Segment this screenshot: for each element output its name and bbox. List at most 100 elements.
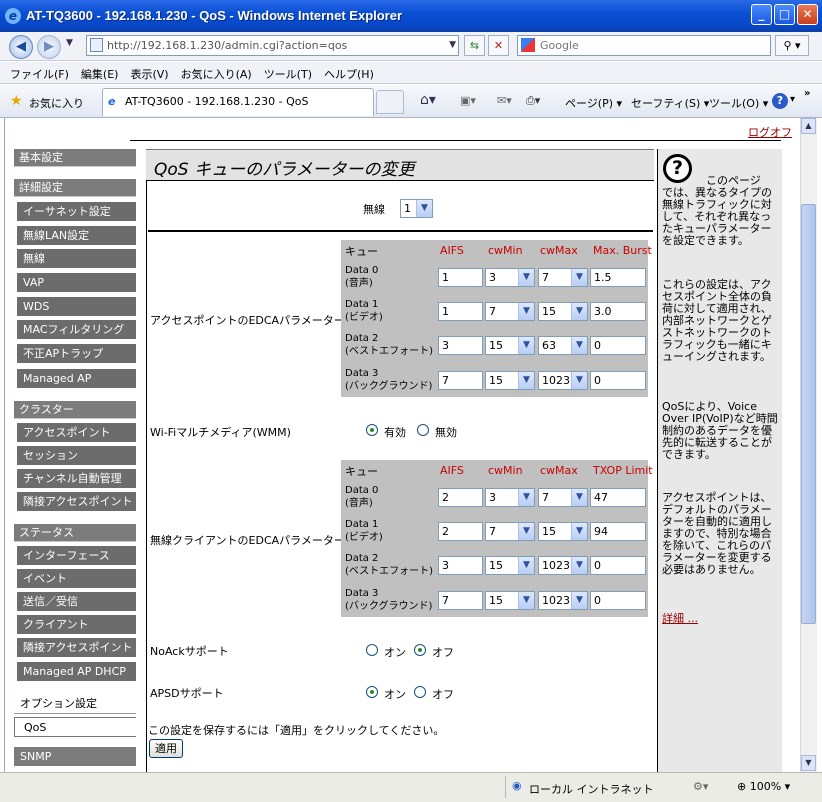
address-dropdown-icon[interactable]: ▼ <box>449 36 456 55</box>
client-cwmax-1[interactable]: 15 ▼ <box>538 522 588 541</box>
nav-section-options[interactable]: オプション設定 <box>14 694 136 714</box>
nav-item-ethernet[interactable]: イーサネット設定 <box>17 202 136 221</box>
favorites-button[interactable]: お気に入り <box>29 95 84 111</box>
nav-section-advanced[interactable]: 詳細設定 <box>14 179 136 197</box>
maximize-button[interactable]: □ <box>774 4 795 25</box>
search-input[interactable]: Google <box>517 35 771 56</box>
nav-item-sessions[interactable]: セッション <box>17 446 136 465</box>
nav-item-vap[interactable]: VAP <box>17 273 136 292</box>
ap-burst-2[interactable]: 0 <box>590 336 646 355</box>
client-aifs-3[interactable]: 7 <box>438 591 483 610</box>
ap-aifs-1[interactable]: 1 <box>438 302 483 321</box>
nav-item-rogue-ap[interactable]: 不正APトラップ <box>17 344 136 363</box>
help-icon[interactable]: ? <box>772 93 788 109</box>
mail-icon[interactable]: ✉▾ <box>497 94 512 107</box>
search-icon[interactable]: ⚲ ▾ <box>775 35 809 56</box>
address-input[interactable]: http://192.168.1.230/admin.cgi?action=qo… <box>86 35 459 56</box>
nav-item-radio[interactable]: 無線 <box>17 249 136 268</box>
help-dropdown-icon[interactable]: ▾ <box>790 94 795 105</box>
favorites-star-icon[interactable]: ★ <box>10 93 23 109</box>
print-icon[interactable]: ⎙▾ <box>526 94 540 108</box>
nav-section-status[interactable]: ステータス <box>14 524 136 542</box>
nav-item-qos-selected[interactable]: QoS <box>14 717 136 737</box>
client-txop-0[interactable]: 47 <box>590 488 646 507</box>
ap-cwmin-2[interactable]: 15 ▼ <box>485 336 535 355</box>
ap-aifs-3[interactable]: 7 <box>438 371 483 390</box>
noack-on-radio[interactable] <box>366 644 378 656</box>
menu-favorites[interactable]: お気に入り(A) <box>175 62 258 82</box>
ap-cwmax-2[interactable]: 63 ▼ <box>538 336 588 355</box>
ap-cwmax-0[interactable]: 7 ▼ <box>538 268 588 287</box>
nav-item-events[interactable]: イベント <box>17 569 136 588</box>
nav-item-channel-mgmt[interactable]: チャンネル自動管理 <box>17 469 136 488</box>
ap-aifs-2[interactable]: 3 <box>438 336 483 355</box>
client-cwmin-0[interactable]: 3 ▼ <box>485 488 535 507</box>
client-txop-2[interactable]: 0 <box>590 556 646 575</box>
new-tab-button[interactable] <box>376 90 404 114</box>
home-icon[interactable]: ⌂▾ <box>420 92 436 108</box>
ap-burst-0[interactable]: 1.5 <box>590 268 646 287</box>
menu-tools[interactable]: ツール(T) <box>258 62 318 82</box>
minimize-button[interactable]: _ <box>751 4 772 25</box>
nav-item-tx-rx[interactable]: 送信／受信 <box>17 592 136 611</box>
scroll-down-button[interactable]: ▼ <box>801 755 816 771</box>
protected-mode-icon[interactable]: ⚙▾ <box>693 780 708 793</box>
client-cwmin-3[interactable]: 15 ▼ <box>485 591 535 610</box>
client-aifs-2[interactable]: 3 <box>438 556 483 575</box>
menu-edit[interactable]: 編集(E) <box>75 62 125 82</box>
nav-item-clients[interactable]: クライアント <box>17 615 136 634</box>
feeds-icon[interactable]: ▣▾ <box>460 94 476 107</box>
nav-item-wds[interactable]: WDS <box>17 297 136 316</box>
page-menu[interactable]: ページ(P) ▾ <box>565 95 622 111</box>
tools-menu[interactable]: ツール(O) ▾ <box>709 95 768 111</box>
menu-help[interactable]: ヘルプ(H) <box>318 62 380 82</box>
close-button[interactable]: ✕ <box>797 4 818 25</box>
ap-cwmax-1[interactable]: 15 ▼ <box>538 302 588 321</box>
logout-link[interactable]: ログオフ <box>748 124 792 140</box>
wmm-enabled-radio[interactable] <box>366 424 378 436</box>
nav-item-status-neighbor-ap[interactable]: 隣接アクセスポイント <box>17 638 136 657</box>
menu-file[interactable]: ファイル(F) <box>0 62 75 82</box>
client-aifs-0[interactable]: 2 <box>438 488 483 507</box>
ap-cwmin-1[interactable]: 7 ▼ <box>485 302 535 321</box>
nav-section-cluster[interactable]: クラスター <box>14 401 136 419</box>
client-aifs-1[interactable]: 2 <box>438 522 483 541</box>
ap-aifs-0[interactable]: 1 <box>438 268 483 287</box>
nav-item-interfaces[interactable]: インターフェース <box>17 546 136 565</box>
nav-item-wireless-lan[interactable]: 無線LAN設定 <box>17 226 136 245</box>
radio-select[interactable]: 1 ▼ <box>400 199 433 218</box>
client-txop-1[interactable]: 94 <box>590 522 646 541</box>
scrollbar-thumb[interactable] <box>801 204 816 624</box>
toolbar-overflow-icon[interactable]: » <box>804 88 810 99</box>
forward-button[interactable]: ▶ <box>37 35 61 59</box>
ap-burst-3[interactable]: 0 <box>590 371 646 390</box>
wmm-disabled-radio[interactable] <box>417 424 429 436</box>
client-cwmin-2[interactable]: 15 ▼ <box>485 556 535 575</box>
client-txop-3[interactable]: 0 <box>590 591 646 610</box>
nav-item-managed-ap[interactable]: Managed AP <box>17 369 136 388</box>
refresh-icon[interactable]: ⇆ <box>464 35 485 56</box>
menu-view[interactable]: 表示(V) <box>124 62 174 82</box>
client-cwmax-3[interactable]: 1023 ▼ <box>538 591 588 610</box>
zoom-control[interactable]: ⊕ 100% ▾ <box>737 780 790 793</box>
client-cwmax-0[interactable]: 7 ▼ <box>538 488 588 507</box>
nav-item-snmp[interactable]: SNMP <box>14 747 136 766</box>
client-cwmax-2[interactable]: 1023 ▼ <box>538 556 588 575</box>
safety-menu[interactable]: セーフティ(S) ▾ <box>631 95 709 111</box>
apsd-off-radio[interactable] <box>414 686 426 698</box>
back-button[interactable]: ◀ <box>9 35 33 59</box>
ap-cwmin-0[interactable]: 3 ▼ <box>485 268 535 287</box>
ap-burst-1[interactable]: 3.0 <box>590 302 646 321</box>
help-more-link[interactable]: 詳細 ... <box>662 613 698 625</box>
client-cwmin-1[interactable]: 7 ▼ <box>485 522 535 541</box>
nav-item-mac-filter[interactable]: MACフィルタリング <box>17 320 136 339</box>
nav-item-managed-ap-dhcp[interactable]: Managed AP DHCP <box>17 662 136 681</box>
nav-section-basic[interactable]: 基本設定 <box>14 149 136 167</box>
stop-icon[interactable]: ✕ <box>488 35 509 56</box>
apply-button[interactable]: 適用 <box>149 739 183 758</box>
noack-off-radio[interactable] <box>414 644 426 656</box>
nav-item-cluster-ap[interactable]: アクセスポイント <box>17 423 136 442</box>
tab-active[interactable]: e AT-TQ3600 - 192.168.1.230 - QoS <box>102 88 374 116</box>
ap-cwmin-3[interactable]: 15 ▼ <box>485 371 535 390</box>
apsd-on-radio[interactable] <box>366 686 378 698</box>
